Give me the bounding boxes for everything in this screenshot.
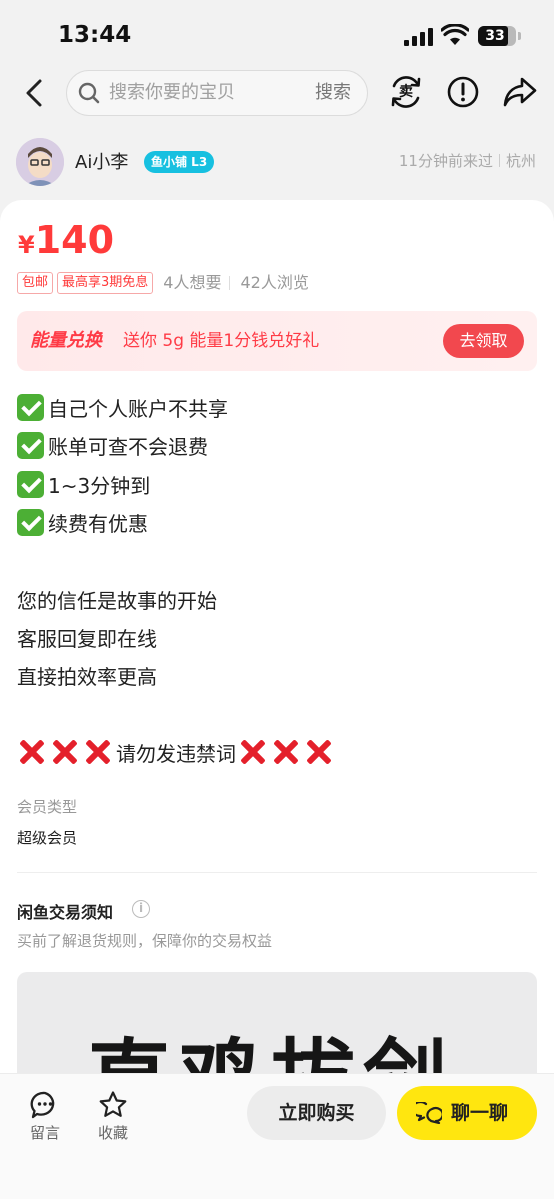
battery-level: 33 bbox=[485, 28, 505, 44]
desc-text: 账单可查不会退费 bbox=[48, 435, 208, 459]
signal-icon bbox=[404, 26, 434, 46]
seller-info[interactable]: Ai小李 鱼小铺 L3 11分钟前来过 杭州 bbox=[0, 134, 554, 192]
desc-check-line: 续费有优惠 bbox=[17, 505, 148, 543]
warning-text: 请勿发违禁词 bbox=[116, 742, 236, 766]
desc-warning-line: 请勿发违禁词 bbox=[17, 735, 337, 773]
cross-icon bbox=[304, 737, 334, 767]
comment-button[interactable]: 留言 bbox=[21, 1090, 69, 1143]
tag-free-shipping: 包邮 bbox=[17, 272, 54, 294]
energy-title: 能量兑换 bbox=[30, 330, 102, 351]
cross-icon bbox=[50, 737, 80, 767]
seller-name[interactable]: Ai小李 bbox=[75, 148, 128, 174]
check-icon bbox=[17, 394, 44, 421]
comment-label: 留言 bbox=[29, 1124, 60, 1142]
cross-icon bbox=[17, 737, 47, 767]
search-icon bbox=[78, 82, 100, 104]
report-icon[interactable] bbox=[446, 75, 480, 109]
back-icon[interactable] bbox=[18, 76, 52, 110]
status-time: 13:44 bbox=[58, 22, 132, 48]
desc-line: 直接拍效率更高 bbox=[17, 665, 157, 689]
last-seen: 11分钟前来过 bbox=[398, 152, 493, 170]
desc-check-line: 自己个人账户不共享 bbox=[17, 390, 228, 428]
info-icon[interactable]: i bbox=[132, 900, 150, 918]
claim-button[interactable]: 去领取 bbox=[443, 324, 524, 358]
seller-badge: 鱼小铺 L3 bbox=[144, 151, 215, 173]
status-bar: 13:44 33 bbox=[0, 0, 554, 66]
wants-count: 4人想要 bbox=[163, 273, 222, 292]
notice-subtitle: 买前了解退货规则，保障你的交易权益 bbox=[17, 932, 273, 950]
desc-check-line: 账单可查不会退费 bbox=[17, 428, 208, 466]
divider bbox=[17, 872, 537, 873]
desc-check-line: 1~3分钟到 bbox=[17, 467, 150, 505]
bottom-bar: 留言 收藏 立即购买 聊一聊 bbox=[0, 1073, 554, 1199]
chat-button[interactable]: 聊一聊 bbox=[397, 1086, 537, 1140]
check-icon bbox=[17, 471, 44, 498]
favorite-button[interactable]: 收藏 bbox=[89, 1090, 137, 1143]
views-count: 42人浏览 bbox=[240, 273, 309, 292]
price-value: 140 bbox=[34, 218, 115, 262]
desc-line: 您的信任是故事的开始 bbox=[17, 589, 217, 613]
wifi-icon bbox=[441, 24, 469, 45]
cross-icon bbox=[238, 737, 268, 767]
chat-icon bbox=[416, 1102, 442, 1124]
comment-icon bbox=[30, 1091, 55, 1119]
buy-now-button[interactable]: 立即购买 bbox=[247, 1086, 386, 1140]
tag-installment[interactable]: 最高享3期免息 bbox=[57, 272, 154, 294]
star-icon bbox=[99, 1091, 127, 1117]
sell-button[interactable]: 卖 bbox=[388, 74, 424, 110]
price-currency: ¥ bbox=[18, 231, 35, 259]
share-icon[interactable] bbox=[502, 75, 538, 109]
attribute-label: 会员类型 bbox=[17, 798, 78, 816]
top-nav: 搜索你要的宝贝 搜索 卖 bbox=[0, 66, 554, 120]
sell-icon-label: 卖 bbox=[399, 84, 413, 100]
check-icon bbox=[17, 432, 44, 459]
notice-title[interactable]: 闲鱼交易须知 bbox=[17, 899, 113, 923]
price: ¥140 bbox=[18, 218, 114, 262]
desc-text: 1~3分钟到 bbox=[48, 474, 151, 498]
product-page: 13:44 33 搜索你要的宝贝 搜索 卖 Ai小李 鱼小铺 L3 11分钟前来… bbox=[0, 0, 554, 1199]
avatar[interactable] bbox=[16, 138, 64, 186]
seller-meta: 11分钟前来过 杭州 bbox=[399, 150, 536, 171]
chat-label: 聊一聊 bbox=[451, 1102, 509, 1124]
product-tags: 包邮 最高享3期免息 4人想要 42人浏览 bbox=[17, 272, 309, 294]
seller-location: 杭州 bbox=[505, 152, 536, 170]
cross-icon bbox=[83, 737, 113, 767]
energy-desc: 送你 5g 能量1分钱兑好礼 bbox=[123, 331, 320, 351]
battery-icon: 33 bbox=[478, 26, 516, 46]
product-card: ¥140 包邮 最高享3期免息 4人想要 42人浏览 能量兑换 送你 5g 能量1分钱… bbox=[0, 200, 554, 1199]
attribute-value: 超级会员 bbox=[17, 829, 78, 847]
energy-banner[interactable]: 能量兑换 送你 5g 能量1分钱兑好礼 去领取 bbox=[17, 311, 537, 371]
check-icon bbox=[17, 509, 44, 536]
search-placeholder: 搜索你要的宝贝 bbox=[109, 82, 235, 103]
search-input[interactable]: 搜索你要的宝贝 搜索 bbox=[66, 70, 368, 116]
desc-text: 续费有优惠 bbox=[48, 512, 148, 536]
desc-line: 客服回复即在线 bbox=[17, 627, 157, 651]
favorite-label: 收藏 bbox=[97, 1124, 128, 1142]
search-button[interactable]: 搜索 bbox=[315, 71, 351, 115]
cross-icon bbox=[271, 737, 301, 767]
desc-text: 自己个人账户不共享 bbox=[48, 397, 228, 421]
